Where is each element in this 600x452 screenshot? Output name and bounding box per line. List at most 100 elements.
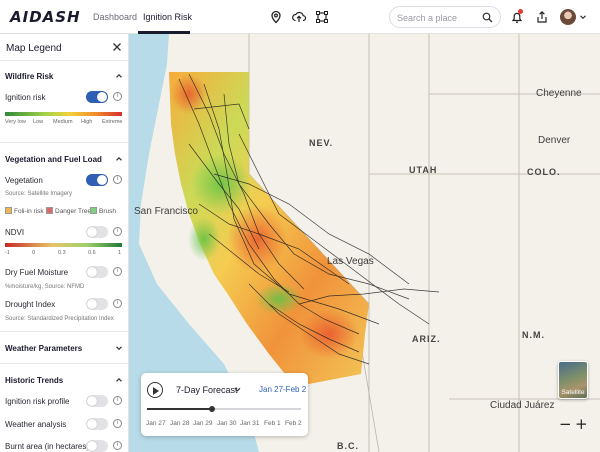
active-tab-indicator	[138, 31, 190, 34]
ignition-risk-profile-label: Ignition risk profile	[5, 397, 70, 406]
scale-label: Low	[33, 119, 44, 125]
timeline-day[interactable]: Jan 29	[193, 420, 213, 427]
map-city-san-francisco: San Francisco	[134, 206, 198, 217]
timeline-day[interactable]: Jan 30	[217, 420, 237, 427]
burnt-area-label: Burnt area (in hectares)	[5, 442, 90, 451]
tab-ignition-risk[interactable]: Ignition Risk	[143, 12, 192, 22]
vegetation-toggle[interactable]	[86, 174, 108, 186]
forecast-date-range: Jan 27-Feb 2	[259, 385, 307, 394]
ignition-risk-profile-toggle[interactable]	[86, 395, 108, 407]
ndvi-toggle[interactable]	[86, 226, 108, 238]
tab-dashboard[interactable]: Dashboard	[93, 12, 137, 22]
scale-label: 1	[118, 250, 122, 256]
map-state-nevada: NEV.	[309, 138, 334, 148]
info-icon[interactable]: i	[113, 92, 122, 101]
map-state-new-mexico: N.M.	[522, 330, 545, 340]
section-historic-trends[interactable]: Historic Trends	[5, 376, 63, 385]
chevron-down-icon[interactable]	[234, 386, 241, 393]
vegetation-label: Vegetation	[5, 176, 43, 185]
search-icon[interactable]	[482, 12, 493, 23]
timeline-day[interactable]: Feb 1	[264, 420, 281, 427]
drought-index-label: Drought Index	[5, 300, 56, 309]
timeline-handle[interactable]	[208, 406, 215, 412]
satellite-layer-button[interactable]: Satellite	[558, 361, 588, 399]
timeline-progress	[147, 408, 212, 410]
forecast-panel: 7-Day Forecast Jan 27-Feb 2 Jan 27 Jan 2…	[141, 373, 308, 436]
chip-label: Brush	[99, 208, 116, 215]
ignition-risk-scale	[5, 112, 122, 116]
toggle-knob	[87, 441, 97, 451]
forecast-title[interactable]: 7-Day Forecast	[176, 385, 238, 395]
toggle-knob	[87, 267, 97, 277]
top-bar: AIDASH Dashboard Ignition Risk	[0, 0, 600, 34]
scale-label: 0	[32, 250, 36, 256]
map-state-colorado: COLO.	[527, 167, 561, 177]
toggle-knob	[87, 419, 97, 429]
swatch	[90, 207, 97, 214]
scale-label: Very low	[5, 119, 26, 125]
chevron-up-icon[interactable]	[115, 155, 123, 163]
user-avatar[interactable]	[560, 9, 576, 25]
toggle-knob	[97, 92, 107, 102]
share-icon[interactable]	[535, 10, 549, 24]
timeline-day[interactable]: Jan 27	[146, 420, 166, 427]
ignition-risk-toggle[interactable]	[86, 91, 108, 103]
chevron-up-icon[interactable]	[115, 376, 123, 384]
scale-label: -1	[5, 250, 10, 256]
swatch	[46, 207, 53, 214]
location-pin-icon[interactable]	[269, 10, 283, 24]
chevron-down-icon[interactable]	[115, 344, 123, 352]
chevron-up-icon[interactable]	[115, 72, 123, 80]
map-city-las-vegas: Las Vegas	[327, 256, 374, 267]
scale-label: 0.6	[88, 250, 96, 256]
zoom-in-button[interactable]: +	[575, 417, 588, 432]
app-logo[interactable]: AIDASH	[10, 8, 81, 26]
ignition-risk-label: Ignition risk	[5, 93, 46, 102]
scale-label: Extreme	[102, 119, 123, 125]
timeline-day[interactable]: Jan 28	[170, 420, 190, 427]
dry-fuel-moisture-toggle[interactable]	[86, 266, 108, 278]
legend-chip-danger-tree: Danger Tree	[46, 207, 91, 215]
dry-fuel-moisture-label: Dry Fuel Moisture	[5, 268, 69, 277]
toggle-knob	[97, 175, 107, 185]
burnt-area-toggle[interactable]	[86, 440, 108, 452]
info-icon[interactable]: i	[113, 299, 122, 308]
timeline-day[interactable]: Feb 2	[285, 420, 302, 427]
timeline-day[interactable]: Jan 31	[240, 420, 260, 427]
polygon-draw-icon[interactable]	[315, 10, 329, 24]
info-icon[interactable]: i	[113, 227, 122, 236]
map-city-cheyenne: Cheyenne	[536, 88, 582, 99]
info-icon[interactable]: i	[113, 267, 122, 276]
vegetation-source: Source: Satellite Imagery	[5, 191, 73, 197]
drought-index-source: Source: Standardized Precipitation Index	[5, 316, 114, 322]
weather-analysis-label: Weather analysis	[5, 420, 67, 429]
swatch	[5, 207, 12, 214]
section-weather-parameters[interactable]: Weather Parameters	[5, 344, 82, 353]
info-icon[interactable]: i	[113, 419, 122, 428]
map-city-ciudad-juarez: Ciudad Juárez	[490, 400, 555, 411]
map-state-arizona: ARIZ.	[412, 334, 441, 344]
place-search	[389, 6, 501, 28]
info-icon[interactable]: i	[113, 175, 122, 184]
drought-index-toggle[interactable]	[86, 298, 108, 310]
section-vegetation[interactable]: Vegetation and Fuel Load	[5, 155, 102, 164]
ndvi-label: NDVI	[5, 228, 25, 237]
play-button[interactable]	[147, 382, 163, 398]
upload-cloud-icon[interactable]	[292, 10, 306, 24]
high-risk-area	[299, 309, 359, 359]
vegetation-brush-area	[255, 283, 303, 315]
divider	[0, 60, 128, 61]
info-icon[interactable]: i	[113, 441, 122, 450]
info-icon[interactable]: i	[113, 396, 122, 405]
weather-analysis-toggle[interactable]	[86, 418, 108, 430]
timeline-slider[interactable]	[147, 406, 301, 412]
notification-badge	[518, 9, 523, 14]
scale-label: High	[81, 119, 93, 125]
chevron-down-icon[interactable]	[579, 13, 587, 21]
scale-label: 0.3	[58, 250, 66, 256]
close-icon[interactable]	[112, 42, 122, 52]
section-wildfire-risk[interactable]: Wildfire Risk	[5, 72, 53, 81]
map-city-denver: Denver	[538, 135, 571, 146]
search-input[interactable]	[397, 11, 481, 24]
zoom-out-button[interactable]: −	[559, 417, 572, 432]
